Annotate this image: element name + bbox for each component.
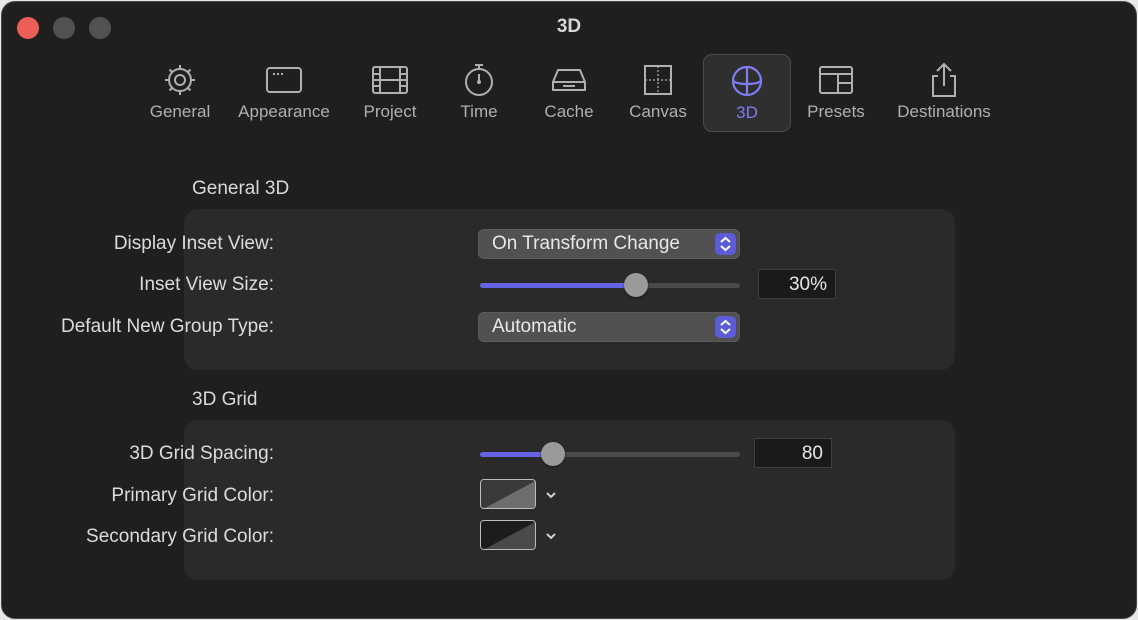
gear-icon bbox=[165, 65, 195, 95]
stopwatch-icon bbox=[465, 64, 493, 96]
tab-cache[interactable]: Cache bbox=[534, 54, 604, 130]
display-inset-view-label: Display Inset View: bbox=[113, 233, 274, 254]
globe-icon bbox=[731, 65, 763, 97]
drive-icon bbox=[552, 69, 586, 91]
default-group-type-label: Default New Group Type: bbox=[61, 316, 274, 337]
tab-label: 3D bbox=[736, 103, 758, 122]
tab-appearance[interactable]: Appearance bbox=[230, 54, 338, 130]
updown-chevron-icon bbox=[715, 233, 736, 255]
slider-thumb[interactable] bbox=[624, 273, 648, 297]
tab-canvas[interactable]: Canvas bbox=[622, 54, 694, 130]
chevron-down-icon[interactable] bbox=[544, 488, 558, 502]
chevron-down-icon[interactable] bbox=[544, 529, 558, 543]
tab-3d[interactable]: 3D bbox=[703, 54, 791, 132]
canvas-icon bbox=[644, 65, 672, 95]
default-group-type-popup[interactable]: Automatic bbox=[478, 312, 740, 342]
tab-general[interactable]: General bbox=[144, 54, 216, 130]
presets-icon bbox=[819, 66, 853, 94]
general-3d-group: Display Inset View: On Transform Change … bbox=[61, 209, 955, 370]
slider-thumb[interactable] bbox=[540, 442, 565, 466]
secondary-grid-color-well[interactable] bbox=[480, 520, 536, 550]
display-inset-view-popup[interactable]: On Transform Change bbox=[478, 229, 740, 259]
tab-time[interactable]: Time bbox=[444, 54, 514, 130]
popup-value: On Transform Change bbox=[492, 233, 680, 254]
primary-grid-color-label: Primary Grid Color: bbox=[111, 485, 274, 506]
grid-spacing-label: 3D Grid Spacing: bbox=[129, 443, 274, 464]
slider-fill bbox=[480, 283, 636, 288]
primary-grid-color-well[interactable] bbox=[480, 479, 536, 509]
tab-label: Project bbox=[363, 102, 417, 121]
inset-view-size-label: Inset View Size: bbox=[139, 274, 274, 295]
inset-view-size-field[interactable]: 30% bbox=[758, 269, 836, 299]
preferences-window: 3D General Appearance Project Time Cache… bbox=[1, 1, 1137, 619]
updown-chevron-icon bbox=[715, 316, 736, 338]
3d-grid-group: 3D Grid Spacing: 80 Primary Grid Color: … bbox=[86, 420, 955, 580]
window-title: 3D bbox=[556, 16, 582, 37]
tab-label: Presets bbox=[807, 102, 865, 121]
window-icon bbox=[266, 67, 302, 93]
grid-spacing-field[interactable]: 80 bbox=[754, 438, 832, 468]
title-bar: 3D bbox=[2, 2, 1136, 54]
tab-label: General bbox=[149, 102, 211, 121]
section-title-general-3d: General 3D bbox=[192, 178, 290, 199]
inset-view-size-slider[interactable] bbox=[480, 273, 740, 297]
tab-label: Appearance bbox=[238, 102, 330, 121]
popup-value: Automatic bbox=[492, 316, 577, 337]
tab-label: Canvas bbox=[629, 102, 687, 121]
tab-label: Time bbox=[460, 102, 498, 121]
grid-spacing-slider[interactable] bbox=[480, 442, 740, 466]
tab-label: Destinations bbox=[897, 102, 991, 121]
preferences-toolbar: General Appearance Project Time Cache Ca… bbox=[2, 54, 1136, 132]
tab-label: Cache bbox=[544, 102, 594, 121]
tab-destinations[interactable]: Destinations bbox=[886, 54, 1002, 130]
film-icon bbox=[372, 66, 408, 94]
share-icon bbox=[932, 62, 956, 97]
tab-presets[interactable]: Presets bbox=[800, 54, 872, 130]
tab-project[interactable]: Project bbox=[354, 54, 426, 130]
section-title-3d-grid: 3D Grid bbox=[192, 389, 258, 410]
secondary-grid-color-label: Secondary Grid Color: bbox=[86, 526, 274, 547]
